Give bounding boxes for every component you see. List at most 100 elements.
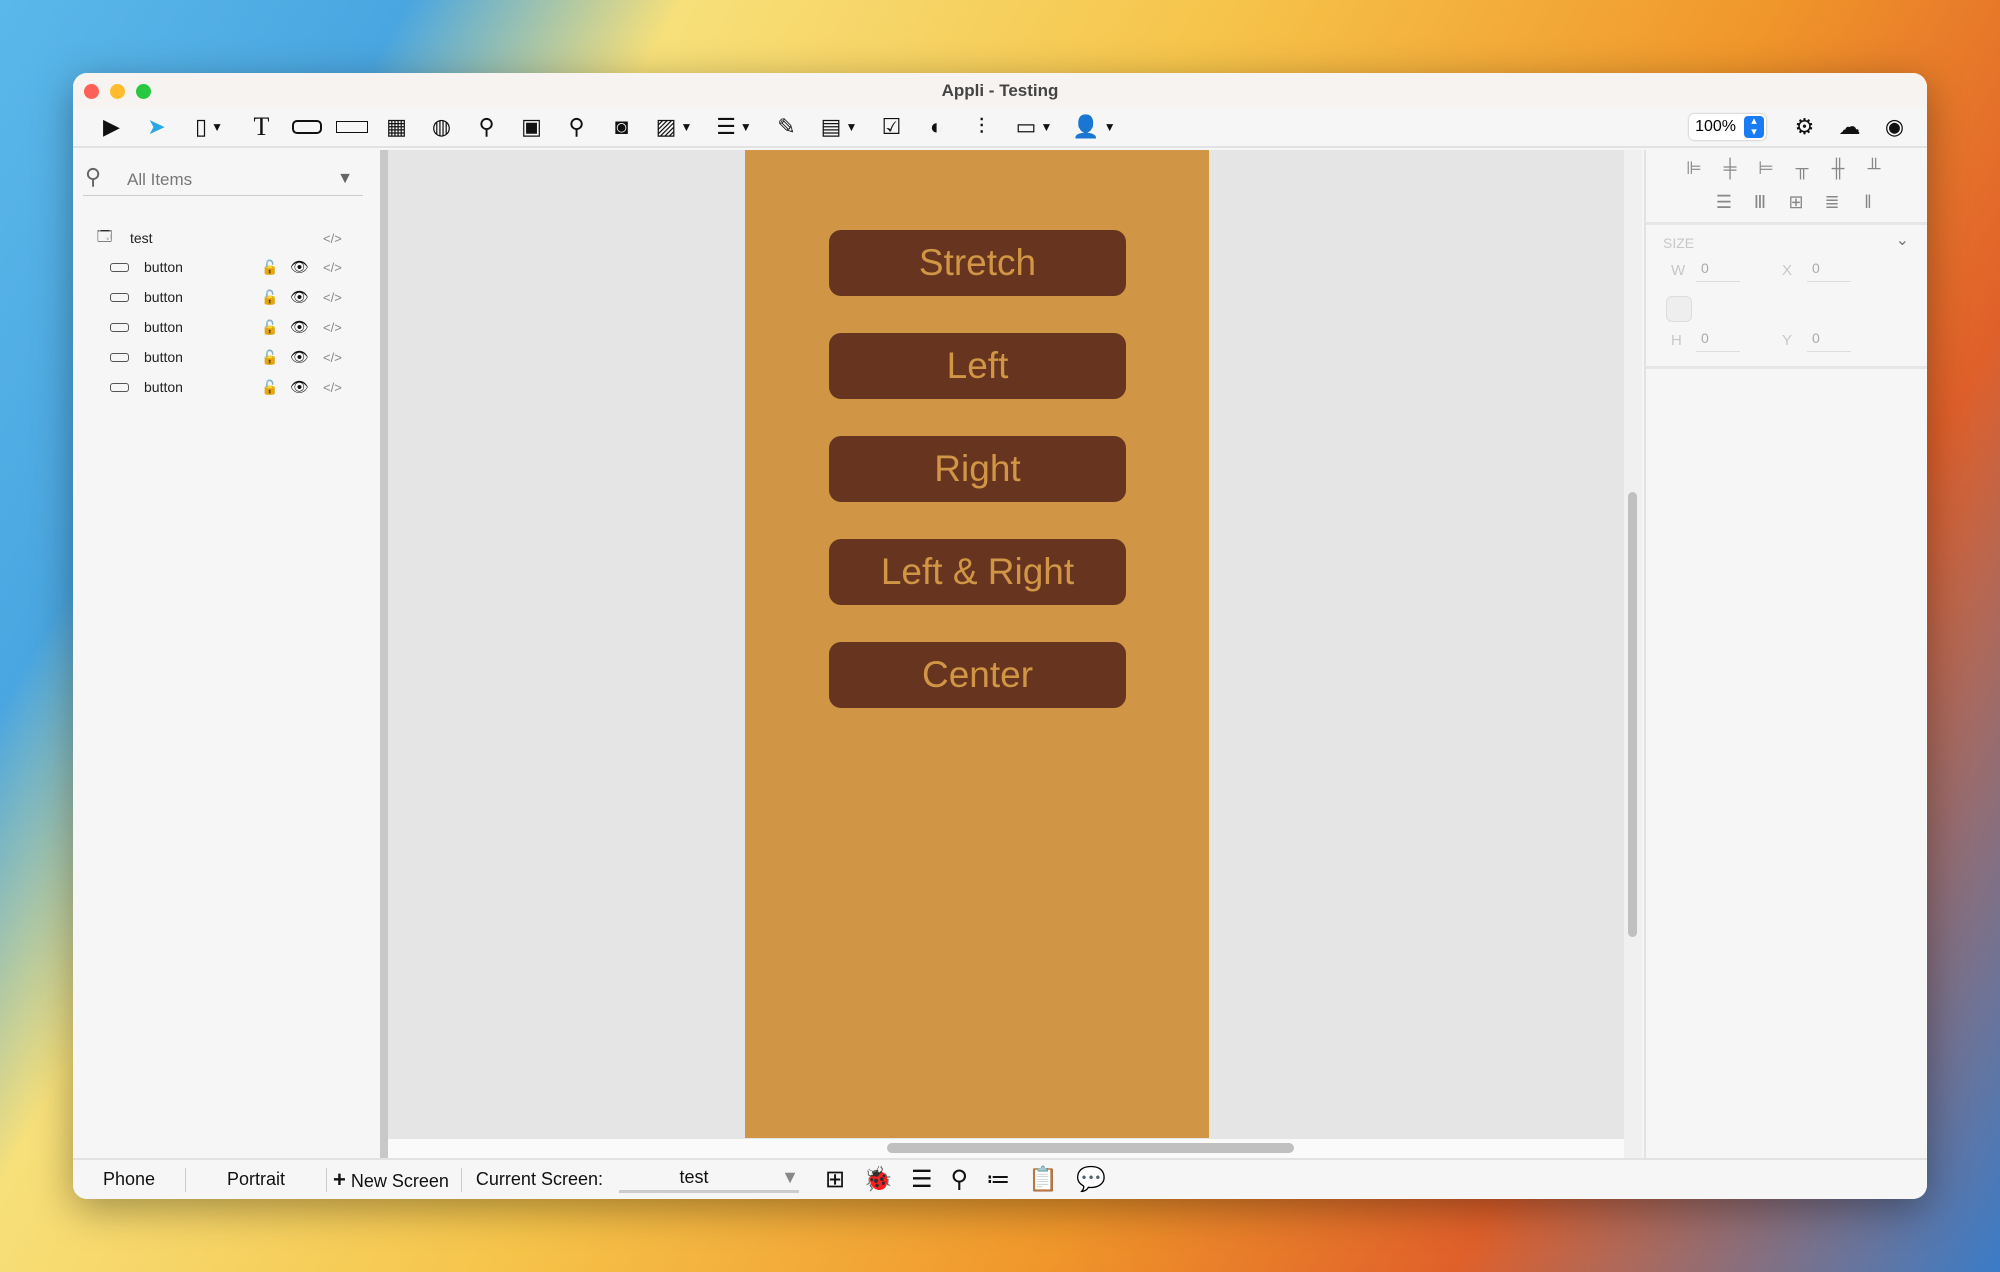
button-icon[interactable] [284, 109, 329, 145]
database-icon[interactable]: ☰ [911, 1165, 933, 1194]
canvas-button[interactable]: Left & Right [829, 539, 1126, 605]
equal-height-icon[interactable]: ≣ [1814, 192, 1850, 213]
equal-width-icon[interactable]: ‖ [1850, 192, 1886, 213]
align-center-h-icon[interactable]: ╪ [1712, 158, 1748, 179]
window-title: Appli - Testing [941, 81, 1059, 100]
stepper-icon[interactable]: ▴ ▾ [1744, 116, 1764, 138]
textfield-icon[interactable] [329, 109, 374, 145]
horizontal-scrollbar[interactable] [388, 1139, 1624, 1158]
sliders-icon[interactable]: ⫶ [959, 109, 1004, 145]
tree-item-label: test [130, 230, 153, 246]
new-screen-button[interactable]: + New Screen [327, 1167, 461, 1193]
code-icon[interactable]: </> [323, 231, 342, 246]
calendar-icon[interactable]: ▭ ▼ [1004, 109, 1064, 145]
sorted-list-icon[interactable]: ≔ [986, 1165, 1010, 1194]
rectangle-icon[interactable]: ▯ ▼ [179, 109, 239, 145]
search-icon: ⚲ [85, 164, 102, 189]
title-bar: Appli - Testing [73, 73, 1927, 108]
new-screen-label: New Screen [350, 1170, 449, 1191]
close-button[interactable] [84, 84, 99, 99]
button-icon [110, 322, 129, 332]
code-icon[interactable]: </> [323, 380, 342, 395]
eye-icon[interactable]: 👁 [290, 318, 309, 336]
chart-icon[interactable]: ▣ [509, 109, 554, 145]
minimize-button[interactable] [110, 84, 125, 99]
design-canvas[interactable]: Stretch Left Right Left & Right Center [388, 150, 1624, 1139]
search-placeholder: All Items [127, 170, 193, 189]
maximize-button[interactable] [136, 84, 151, 99]
image-icon[interactable]: ▨ ▼ [644, 109, 704, 145]
vertical-scrollbar[interactable] [1624, 150, 1642, 1158]
tree-item[interactable]: button 🔓 👁 </> [73, 282, 373, 312]
table-icon[interactable]: ▦ [374, 109, 419, 145]
eye-icon[interactable]: 👁 [290, 288, 309, 306]
align-left-icon[interactable]: ⊫ [1676, 158, 1712, 179]
code-icon[interactable]: </> [323, 290, 342, 305]
tree-item-label: button [144, 259, 183, 275]
tree-item[interactable]: button 🔓 👁 </> [73, 372, 373, 402]
edit-icon[interactable]: ✎ [764, 109, 809, 145]
list-icon[interactable]: ☰ ▼ [704, 109, 764, 145]
add-user-icon[interactable]: 👤 ▼ [1064, 109, 1124, 145]
chevron-down-icon[interactable]: ⌄ [1896, 230, 1909, 250]
eye-icon[interactable]: 👁 [290, 258, 309, 276]
align-bottom-icon[interactable]: ╨ [1856, 158, 1892, 179]
x-label: X [1782, 262, 1793, 279]
bug-icon[interactable]: 🐞 [863, 1165, 893, 1194]
database-search-icon[interactable]: ⚲ [951, 1165, 969, 1194]
pointer-icon[interactable]: ➤ [134, 109, 179, 145]
camera-icon[interactable]: ◙ [599, 109, 644, 145]
play-icon[interactable]: ▶ [89, 109, 134, 145]
canvas-button[interactable]: Left [829, 333, 1126, 399]
distribute-v-icon[interactable]: ☰ [1706, 192, 1742, 213]
unlock-icon[interactable]: 🔓 [261, 259, 278, 276]
zoom-select[interactable]: 100% ▴ ▾ [1689, 114, 1766, 140]
grid-icon[interactable]: ⊞ [825, 1165, 845, 1194]
clipboard-icon[interactable]: 📋 [1028, 1165, 1058, 1194]
canvas-button[interactable]: Center [829, 642, 1126, 708]
panel-divider[interactable] [380, 150, 388, 1158]
align-top-icon[interactable]: ╥ [1784, 158, 1820, 179]
tree-item-screen[interactable]: 🗔 test </> [73, 223, 373, 253]
filter-dropdown-icon[interactable]: ▼ [337, 170, 353, 188]
code-icon[interactable]: </> [323, 320, 342, 335]
center-both-icon[interactable]: ⊞ [1778, 192, 1814, 213]
aspect-lock-icon[interactable] [1666, 296, 1692, 322]
tree-item[interactable]: button 🔓 👁 </> [73, 312, 373, 342]
tree-item[interactable]: button 🔓 👁 </> [73, 252, 373, 282]
cloud-upload-icon[interactable]: ☁ [1827, 109, 1872, 145]
form-icon[interactable]: ▤ ▼ [809, 109, 869, 145]
text-icon[interactable]: T [239, 109, 284, 145]
canvas-button[interactable]: Stretch [829, 230, 1126, 296]
code-icon[interactable]: </> [323, 350, 342, 365]
unlock-icon[interactable]: 🔓 [261, 379, 278, 396]
account-icon[interactable]: ◉ [1872, 109, 1917, 145]
checkbox-icon[interactable]: ☑ [869, 109, 914, 145]
tree-item[interactable]: button 🔓 👁 </> [73, 342, 373, 372]
unlock-icon[interactable]: 🔓 [261, 319, 278, 336]
align-middle-v-icon[interactable]: ╫ [1820, 158, 1856, 179]
device-selector[interactable]: Phone [73, 1169, 185, 1190]
unlock-icon[interactable]: 🔓 [261, 349, 278, 366]
toggle-icon[interactable]: ◐ [914, 109, 959, 145]
height-field[interactable]: 0 [1696, 330, 1740, 352]
search-icon[interactable]: ⚲ [554, 109, 599, 145]
y-field[interactable]: 0 [1807, 330, 1851, 352]
align-right-icon[interactable]: ⊨ [1748, 158, 1784, 179]
x-field[interactable]: 0 [1807, 260, 1851, 282]
eye-icon[interactable]: 👁 [290, 378, 309, 396]
orientation-selector[interactable]: Portrait [186, 1169, 326, 1190]
distribute-h-icon[interactable]: Ⅲ [1742, 192, 1778, 213]
globe-icon[interactable]: ◍ [419, 109, 464, 145]
eye-icon[interactable]: 👁 [290, 348, 309, 366]
map-pin-icon[interactable]: ⚲ [464, 109, 509, 145]
search-field[interactable]: ⚲ All Items ▼ [83, 164, 363, 196]
code-icon[interactable]: </> [323, 260, 342, 275]
current-screen-select[interactable]: test ▼ [618, 1167, 799, 1193]
chat-bot-icon[interactable]: 💬 [1076, 1165, 1106, 1194]
gear-icon[interactable]: ⚙ [1782, 109, 1827, 145]
canvas-button[interactable]: Right [829, 436, 1126, 502]
button-icon [110, 262, 129, 272]
unlock-icon[interactable]: 🔓 [261, 289, 278, 306]
width-field[interactable]: 0 [1696, 260, 1740, 282]
